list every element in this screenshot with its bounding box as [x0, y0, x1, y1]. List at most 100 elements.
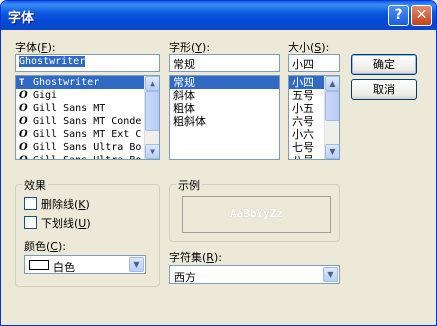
underline-label: 下划线(U)	[41, 217, 91, 230]
style-label-paren-close: ):	[202, 41, 211, 54]
strikeout-label: 删除线(K)	[41, 198, 90, 211]
style-list[interactable]: 常规 斜体 粗体 粗斜体	[169, 75, 280, 160]
strikeout-checkbox[interactable]	[24, 197, 37, 210]
cancel-button[interactable]: 取消	[351, 79, 417, 100]
opentype-icon: O	[19, 129, 28, 140]
opentype-icon: O	[19, 142, 28, 153]
font-input[interactable]: Ghostwriter	[15, 54, 160, 72]
font-list-item[interactable]: OGill Sans Ultra Bo	[16, 154, 159, 159]
script-hotkey: R	[206, 251, 214, 264]
chevron-down-icon: ▼	[327, 270, 334, 279]
underline-label-text: 下划线	[41, 217, 74, 230]
font-list[interactable]: T Ghostwriter O Gigi O Gill Sans MT O Gill Sans…	[15, 75, 160, 160]
script-label: 字符集(R):	[169, 249, 222, 265]
font-list-item-label: Gill Sans Ultra Bo	[33, 155, 141, 159]
font-list-item[interactable]: O Gill Sans Ultra Bo	[16, 141, 159, 154]
window-title: 字体	[8, 11, 35, 26]
style-list-item-label: 常规	[173, 76, 195, 89]
arrow-down-icon: ▼	[150, 147, 155, 156]
font-list-item-label: Gill Sans MT Conde	[33, 116, 142, 127]
color-hotkey: C	[50, 240, 58, 253]
size-list-item-label: 七号	[292, 141, 314, 154]
color-label: 颜色(C):	[24, 238, 66, 254]
opentype-icon: O	[19, 116, 28, 127]
size-scroll-down-button[interactable]: ▼	[325, 144, 339, 159]
font-label-paren-close: ):	[47, 41, 56, 54]
size-list-item-label: 小五	[292, 102, 314, 115]
font-input-value: Ghostwriter	[19, 56, 86, 67]
size-list-item-label: 六号	[292, 115, 314, 128]
size-list-item-label: 五号	[292, 89, 314, 102]
script-value: 西方	[174, 271, 196, 284]
opentype-icon: O	[19, 103, 28, 114]
ok-button[interactable]: 确定	[351, 54, 417, 75]
color-dropdown-button[interactable]: ▼	[129, 257, 144, 272]
font-list-item[interactable]: O Gill Sans MT Ext C	[16, 128, 159, 141]
style-input[interactable]: 常规	[169, 54, 280, 72]
opentype-icon: O	[19, 90, 28, 101]
close-button[interactable]: ✕	[411, 5, 432, 26]
font-list-item-label: Gill Sans MT	[33, 103, 106, 114]
size-list[interactable]: 小四五号小五六号小六七号八号 ▲ ▼	[288, 75, 340, 160]
script-dropdown-button[interactable]: ▼	[323, 267, 338, 282]
font-list-item-label: Gigi	[33, 90, 58, 101]
effects-group-label: 效果	[22, 177, 48, 193]
font-list-scrollbar[interactable]: ▲ ▼	[144, 76, 159, 159]
font-list-item-label: Gill Sans Ultra Bo	[33, 142, 142, 153]
color-value: 白色	[53, 261, 75, 274]
scroll-thumb[interactable]	[145, 91, 159, 131]
underline-hotkey: U	[78, 217, 87, 230]
font-list-item[interactable]: T Ghostwriter	[16, 76, 159, 89]
font-list-items: T Ghostwriter O Gigi O Gill Sans MT O Gill Sans…	[16, 76, 159, 159]
size-list-item-label: 小六	[292, 128, 314, 141]
help-button[interactable]: ?	[388, 5, 409, 26]
font-list-item[interactable]: O Gigi	[16, 89, 159, 102]
style-list-item[interactable]: 常规	[170, 76, 279, 89]
size-input[interactable]: 小四	[288, 54, 340, 72]
color-swatch	[29, 260, 49, 270]
size-label: 大小(S):	[288, 39, 329, 55]
style-list-item[interactable]: 粗斜体	[170, 115, 279, 128]
size-list-item-label: 小四	[292, 76, 314, 89]
size-label-paren-close: ):	[321, 41, 330, 54]
style-list-items: 常规 斜体 粗体 粗斜体	[170, 76, 279, 128]
opentype-icon: O	[19, 154, 33, 159]
strikeout-hotkey: K	[78, 198, 86, 211]
style-list-item-label: 粗斜体	[173, 115, 206, 128]
size-scroll-thumb[interactable]	[325, 91, 339, 121]
size-list-item-label: 八号	[292, 154, 314, 159]
script-select[interactable]: 西方 ▼	[169, 265, 340, 284]
scroll-down-button[interactable]: ▼	[145, 144, 159, 159]
script-label-paren-close: ):	[213, 251, 222, 264]
scroll-up-button[interactable]: ▲	[145, 76, 159, 91]
style-list-item[interactable]: 粗体	[170, 102, 279, 115]
style-list-item-label: 斜体	[173, 89, 195, 102]
color-label-paren-close: ):	[57, 240, 66, 253]
arrow-down-icon: ▼	[329, 147, 336, 156]
font-list-item[interactable]: O Gill Sans MT Conde	[16, 115, 159, 128]
title-bar: 字体 ? ✕	[1, 1, 436, 30]
chevron-down-icon: ▼	[133, 260, 140, 269]
font-dialog: 字体 ? ✕ 字体(F): Ghostwriter T Ghostwriter O G…	[0, 0, 437, 326]
font-label-text: 字体	[15, 41, 37, 54]
style-list-item[interactable]: 斜体	[170, 89, 279, 102]
size-label-text: 大小	[288, 41, 310, 54]
font-label: 字体(F):	[15, 39, 56, 55]
font-list-item[interactable]: O Gill Sans MT	[16, 102, 159, 115]
arrow-up-icon: ▲	[329, 79, 336, 88]
font-list-item-label: Gill Sans MT Ext C	[33, 129, 142, 140]
style-list-item-label: 粗体	[173, 102, 195, 115]
underline-checkbox[interactable]	[24, 216, 37, 229]
strikeout-label-text: 删除线	[41, 198, 74, 211]
color-select[interactable]: 白色 ▼	[24, 255, 146, 274]
size-scroll-up-button[interactable]: ▲	[325, 76, 339, 91]
sample-preview: AaBbYyZz	[182, 196, 331, 233]
style-label: 字形(Y):	[169, 39, 210, 55]
sample-text: AaBbYyZz	[230, 207, 283, 220]
size-list-scrollbar[interactable]: ▲ ▼	[324, 76, 339, 159]
sample-group-label: 示例	[176, 177, 202, 193]
script-label-text: 字符集	[169, 251, 202, 264]
color-label-text: 颜色	[24, 240, 46, 253]
arrow-up-icon: ▲	[150, 79, 155, 88]
style-label-text: 字形	[169, 41, 191, 54]
